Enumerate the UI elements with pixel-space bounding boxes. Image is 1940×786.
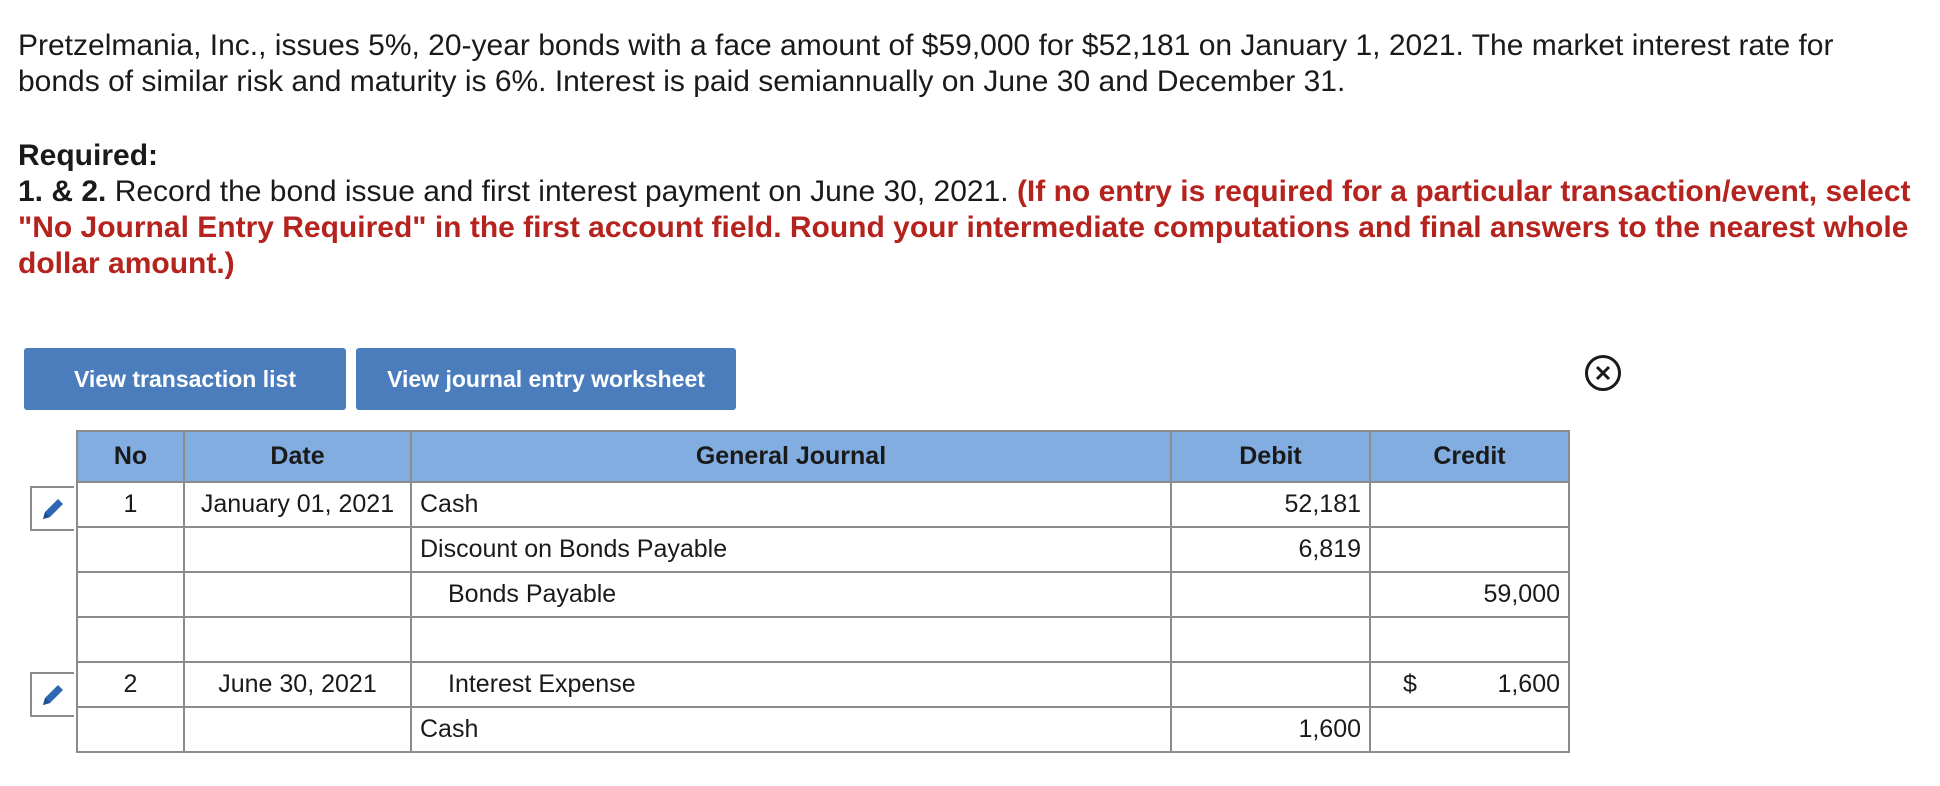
credit-amount: 1,600	[1497, 670, 1560, 698]
entry-date	[183, 571, 412, 618]
debit-amount: 1,600	[1170, 706, 1371, 753]
pencil-icon	[43, 498, 63, 519]
account-name	[410, 616, 1172, 663]
debit-amount: 52,181	[1170, 481, 1371, 528]
table-row	[76, 616, 1570, 663]
account-name: Bonds Payable	[410, 571, 1172, 618]
credit-amount	[1369, 526, 1570, 573]
entry-number	[76, 571, 185, 618]
debit-amount	[1170, 571, 1371, 618]
table-row: Discount on Bonds Payable 6,819	[76, 526, 1570, 573]
table-row: 2 June 30, 2021 Interest Expense $ 1,600	[76, 661, 1570, 708]
debit-amount	[1170, 661, 1371, 708]
entry-date	[183, 706, 412, 753]
view-transaction-list-button[interactable]: View transaction list	[24, 348, 346, 410]
debit-amount: 6,819	[1170, 526, 1371, 573]
account-name: Cash	[410, 481, 1172, 528]
header-date: Date	[183, 430, 412, 483]
entry-date: January 01, 2021	[183, 481, 412, 528]
edit-entry-1-button[interactable]	[30, 486, 74, 531]
account-name: Discount on Bonds Payable	[410, 526, 1172, 573]
pencil-icon	[43, 684, 63, 705]
entry-number	[76, 616, 185, 663]
requirement-number: 1. & 2.	[18, 175, 107, 208]
table-row: Cash 1,600	[76, 706, 1570, 753]
general-journal-table: No Date General Journal Debit Credit 1 J…	[76, 430, 1570, 753]
credit-amount	[1369, 616, 1570, 663]
entry-number	[76, 706, 185, 753]
credit-amount	[1369, 481, 1570, 528]
table-row: 1 January 01, 2021 Cash 52,181	[76, 481, 1570, 528]
entry-number	[76, 526, 185, 573]
entry-number: 2	[76, 661, 185, 708]
account-name: Cash	[410, 706, 1172, 753]
entry-number: 1	[76, 481, 185, 528]
header-general-journal: General Journal	[410, 430, 1172, 483]
required-section: Required: 1. & 2. Record the bond issue …	[18, 138, 1918, 282]
credit-amount-cell: $ 1,600	[1369, 661, 1570, 708]
header-no: No	[76, 430, 185, 483]
required-heading: Required:	[18, 139, 159, 172]
dollar-sign: $	[1403, 670, 1417, 698]
credit-amount	[1369, 706, 1570, 753]
table-header-row: No Date General Journal Debit Credit	[76, 430, 1570, 483]
account-name: Interest Expense	[410, 661, 1172, 708]
close-icon[interactable]	[1584, 354, 1622, 392]
header-debit: Debit	[1170, 430, 1371, 483]
entry-date: June 30, 2021	[183, 661, 412, 708]
entry-date	[183, 616, 412, 663]
credit-amount: 59,000	[1369, 571, 1570, 618]
table-row: Bonds Payable 59,000	[76, 571, 1570, 618]
problem-statement: Pretzelmania, Inc., issues 5%, 20-year b…	[18, 29, 1834, 98]
view-journal-entry-worksheet-button[interactable]: View journal entry worksheet	[356, 348, 736, 410]
debit-amount	[1170, 616, 1371, 663]
entry-date	[183, 526, 412, 573]
edit-entry-2-button[interactable]	[30, 672, 74, 717]
requirement-prompt: Record the bond issue and first interest…	[106, 175, 1017, 208]
header-credit: Credit	[1369, 430, 1570, 483]
